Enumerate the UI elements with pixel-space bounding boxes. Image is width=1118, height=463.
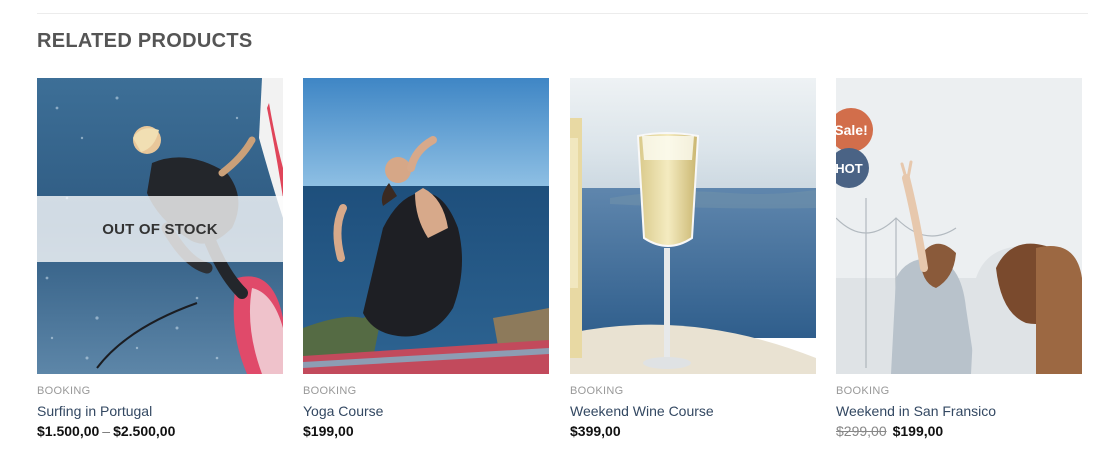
product-grid: OUT OF STOCK BOOKING Surfing in Portugal… <box>37 78 1088 448</box>
product-card-surfing[interactable]: OUT OF STOCK BOOKING Surfing in Portugal… <box>37 78 283 448</box>
price-sale: $199,00 <box>892 423 944 439</box>
price-original: $299,00 <box>836 423 887 439</box>
product-price: $299,00 $199,00 <box>836 423 943 439</box>
product-title-link[interactable]: Surfing in Portugal <box>37 403 152 419</box>
product-price: $1.500,00– $2.500,00 <box>37 423 175 439</box>
section-heading: RELATED PRODUCTS <box>37 30 253 52</box>
product-price: $399,00 <box>570 423 621 439</box>
product-price: $199,00 <box>303 423 354 439</box>
product-category: BOOKING <box>836 385 890 397</box>
price-separator: – <box>102 423 111 439</box>
divider <box>37 13 1088 14</box>
product-image-link[interactable] <box>303 78 549 374</box>
product-category: BOOKING <box>37 385 91 397</box>
product-title-link[interactable]: Weekend in San Fransico <box>836 403 996 419</box>
product-image-link[interactable] <box>570 78 816 374</box>
product-image-link[interactable]: OUT OF STOCK <box>37 78 283 374</box>
wine-glass-image <box>570 78 816 374</box>
product-image-link[interactable]: Sale! HOT <box>836 78 1082 374</box>
product-card-wine[interactable]: BOOKING Weekend Wine Course $399,00 <box>570 78 816 448</box>
out-of-stock-overlay: OUT OF STOCK <box>37 196 283 262</box>
product-category: BOOKING <box>303 385 357 397</box>
product-category: BOOKING <box>570 385 624 397</box>
out-of-stock-label: OUT OF STOCK <box>102 220 218 238</box>
price-min: $1.500,00 <box>37 423 100 439</box>
product-card-yoga[interactable]: BOOKING Yoga Course $199,00 <box>303 78 549 448</box>
product-title-link[interactable]: Yoga Course <box>303 403 383 419</box>
related-products-section: RELATED PRODUCTS OUT OF STOCK BOOKING Su… <box>0 0 1118 463</box>
price-max: $2.500,00 <box>113 423 176 439</box>
yoga-image <box>303 78 549 374</box>
product-title-link[interactable]: Weekend Wine Course <box>570 403 714 419</box>
san-francisco-image <box>836 78 1082 374</box>
product-card-san-francisco[interactable]: Sale! HOT BOOKING Weekend in San Fransic… <box>836 78 1082 448</box>
